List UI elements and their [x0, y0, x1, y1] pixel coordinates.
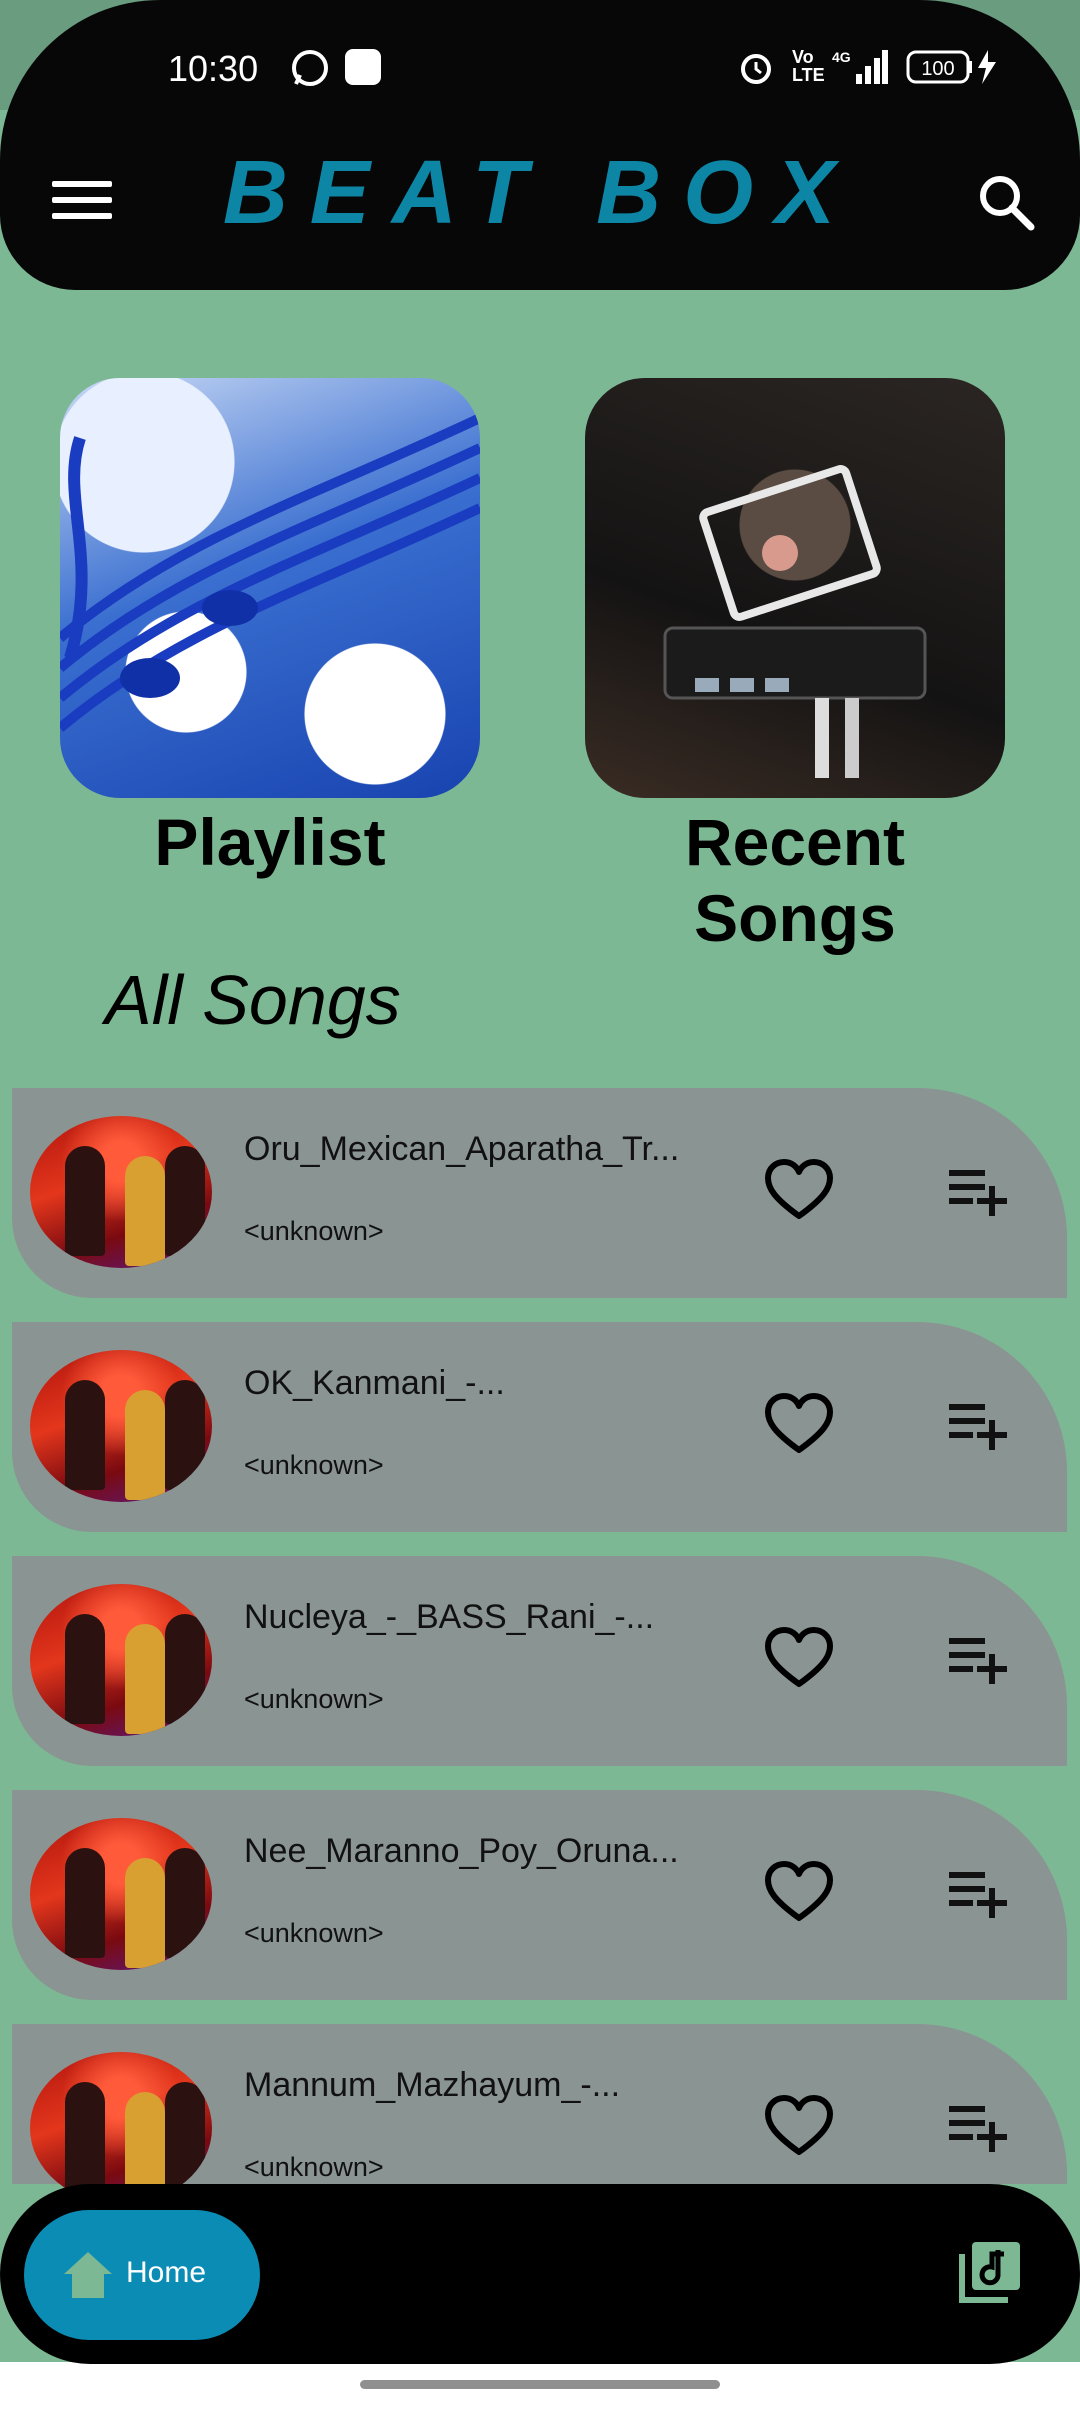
volte-icon: Vo LTE [792, 47, 825, 85]
app-title: BEAT BOX [222, 143, 858, 243]
recent-songs-label: Recent Songs [684, 805, 906, 955]
status-time: 10:30 [168, 48, 259, 89]
song-title: OK_Kanmani_-... [244, 1364, 505, 1402]
song-thumbnail [30, 1584, 212, 1736]
recent-songs-card[interactable]: Recent Songs [585, 378, 1005, 956]
search-icon[interactable] [976, 172, 1036, 232]
playlist-image [60, 378, 480, 798]
song-artist: <unknown> [244, 1216, 384, 1246]
song-artist: <unknown> [244, 1918, 384, 1948]
song-row[interactable]: Nucleya_-_BASS_Rani_-... <unknown> [12, 1556, 1067, 1766]
song-row[interactable]: OK_Kanmani_-... <unknown> [12, 1322, 1067, 1532]
status-bar: 10:30 Vo LTE 4G 100 [0, 38, 1080, 98]
music-library-icon[interactable] [958, 2240, 1022, 2304]
song-thumbnail [30, 1116, 212, 1268]
playlist-card[interactable]: Playlist [60, 378, 480, 880]
svg-text:100: 100 [921, 58, 954, 80]
song-title: Mannum_Mazhayum_-... [244, 2066, 621, 2104]
bottom-navigation: Home [0, 2184, 1080, 2364]
add-to-playlist-icon[interactable] [947, 1868, 1009, 1918]
add-to-playlist-icon[interactable] [947, 1166, 1009, 1216]
app-notification-icon [344, 48, 382, 91]
battery-icon: 100 [906, 48, 1006, 91]
add-to-playlist-icon[interactable] [947, 1400, 1009, 1450]
home-button[interactable]: Home [24, 2210, 260, 2340]
add-to-playlist-icon[interactable] [947, 2102, 1009, 2152]
song-thumbnail [30, 1350, 212, 1502]
home-label: Home [126, 2256, 207, 2289]
song-thumbnail [30, 1818, 212, 1970]
song-row[interactable]: Nee_Maranno_Poy_Oruna... <unknown> [12, 1790, 1067, 2000]
signal-icon: 4G [832, 48, 888, 91]
add-to-playlist-icon[interactable] [947, 1634, 1009, 1684]
song-title: Oru_Mexican_Aparatha_Tr... [244, 1130, 680, 1168]
song-artist: <unknown> [244, 1684, 384, 1714]
home-icon [64, 2252, 112, 2298]
heart-icon[interactable] [764, 1392, 834, 1456]
toolbar: BEAT BOX [0, 143, 1080, 250]
recent-songs-image [585, 378, 1005, 798]
song-artist: <unknown> [244, 2152, 384, 2182]
heart-icon[interactable] [764, 1860, 834, 1924]
all-songs-title: All Songs [105, 961, 401, 1039]
song-title: Nee_Maranno_Poy_Oruna... [244, 1832, 679, 1870]
heart-icon[interactable] [764, 1158, 834, 1222]
song-thumbnail [30, 2052, 212, 2204]
song-artist: <unknown> [244, 1450, 384, 1480]
svg-text:4G: 4G [832, 49, 851, 65]
gesture-bar[interactable] [360, 2380, 720, 2389]
app-header: 10:30 Vo LTE 4G 100 BEAT BOX [0, 0, 1080, 290]
song-title: Nucleya_-_BASS_Rani_-... [244, 1598, 655, 1636]
song-row[interactable]: Oru_Mexican_Aparatha_Tr... <unknown> [12, 1088, 1067, 1298]
heart-icon[interactable] [764, 1626, 834, 1690]
playlist-label: Playlist [154, 805, 386, 879]
whatsapp-icon [290, 48, 330, 93]
song-row[interactable]: Mannum_Mazhayum_-... <unknown> [12, 2024, 1067, 2204]
heart-icon[interactable] [764, 2094, 834, 2158]
alarm-icon [738, 48, 774, 91]
